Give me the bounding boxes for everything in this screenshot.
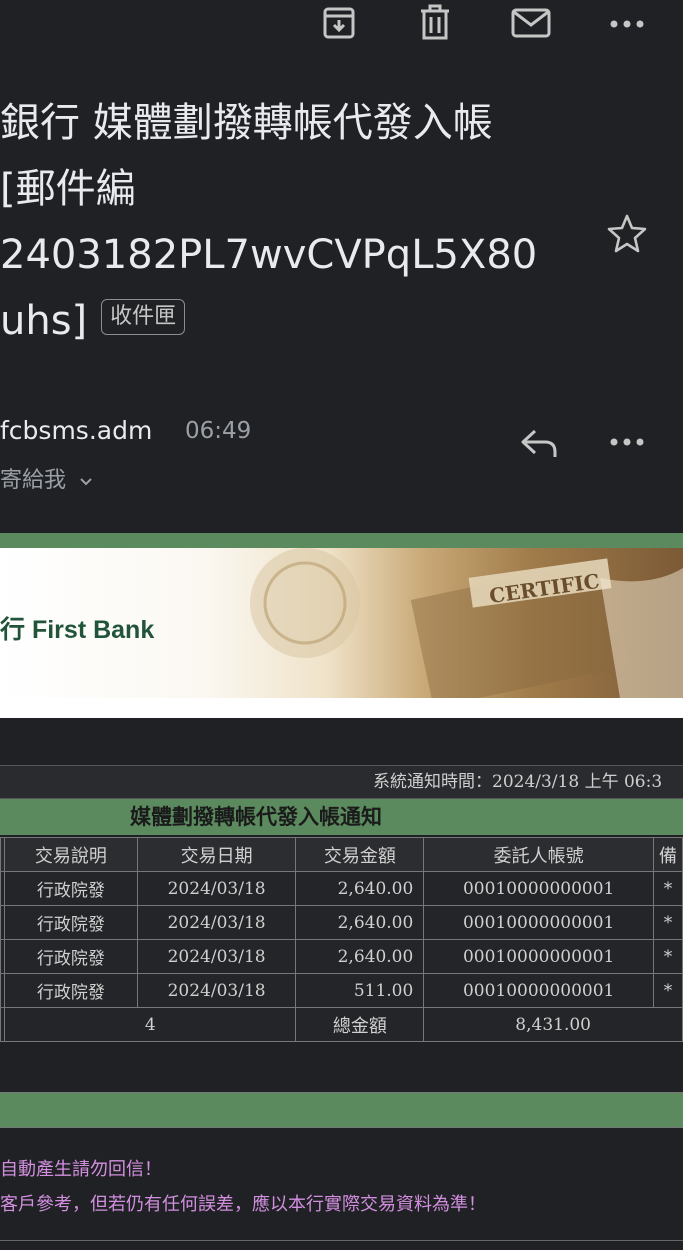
- footer-notice-1: 自動產生請勿回信！: [0, 1159, 162, 1180]
- table-row: 行政院發 2024/03/18 2,640.00 00010000000001 …: [0, 905, 683, 940]
- cell-desc: 行政院發: [3, 871, 138, 906]
- footer-green-bar: [0, 1092, 683, 1128]
- header-note: 備: [653, 837, 683, 872]
- table-total-row: 4 總金額 8,431.00: [0, 1007, 683, 1042]
- header-date: 交易日期: [136, 837, 297, 872]
- total-label: 總金額: [295, 1007, 425, 1042]
- more-horiz-icon: [610, 20, 644, 28]
- message-more-button[interactable]: [604, 422, 650, 462]
- subject-line: [郵件編: [0, 166, 136, 212]
- recipient-details-toggle[interactable]: 寄給我: [0, 462, 93, 494]
- total-amount: 8,431.00: [423, 1007, 683, 1042]
- bank-logo: 行 First Bank: [0, 616, 155, 644]
- sender-name[interactable]: fcbsms.adm: [0, 416, 152, 445]
- transaction-table: 交易說明 交易日期 交易金額 委託人帳號 備 行政院發 2024/03/18 2…: [0, 837, 683, 1042]
- email-subject: 銀行 媒體劃撥轉帳代發入帳 [郵件編 2403182PL7wvCVPqL5X80…: [0, 90, 560, 354]
- cell-amount: 2,640.00: [295, 939, 425, 974]
- subject-line: uhs] 收件匣: [0, 288, 560, 354]
- more-options-button[interactable]: [604, 4, 650, 44]
- mail-icon: [511, 8, 551, 38]
- cell-account: 00010000000001: [423, 939, 654, 974]
- header-desc: 交易說明: [3, 837, 138, 872]
- cell-account: 00010000000001: [423, 905, 654, 940]
- cell-desc: 行政院發: [3, 939, 138, 974]
- notice-time-text: 系統通知時間：2024/3/18 上午 06:3: [373, 772, 663, 792]
- table-row: 行政院發 2024/03/18 2,640.00 00010000000001 …: [0, 939, 683, 974]
- star-icon: [607, 214, 647, 253]
- notice-title: 媒體劃撥轉帳代發入帳通知: [130, 804, 382, 829]
- subject-line-text: uhs]: [0, 298, 88, 344]
- transaction-count: 4: [3, 1007, 297, 1042]
- archive-icon: [323, 7, 355, 39]
- recipient-label: 寄給我: [0, 468, 67, 493]
- header-account: 委託人帳號: [423, 837, 654, 872]
- subject-line: 2403182PL7wvCVPqL5X80: [0, 232, 538, 278]
- footer-notice-2: 客戶參考，但若仍有任何誤差，應以本行實際交易資料為準！: [0, 1194, 486, 1215]
- cell-date: 2024/03/18: [136, 939, 297, 974]
- cell-note: *: [653, 973, 683, 1008]
- subject-line: 銀行 媒體劃撥轉帳代發入帳: [0, 100, 493, 146]
- header-amount: 交易金額: [295, 837, 425, 872]
- delete-button[interactable]: [414, 2, 456, 44]
- cell-date: 2024/03/18: [136, 905, 297, 940]
- cell-account: 00010000000001: [423, 871, 654, 906]
- cell-date: 2024/03/18: [136, 973, 297, 1008]
- bank-banner: CERTIFIC 行 First Bank: [0, 533, 683, 718]
- notice-time-bar: 系統通知時間：2024/3/18 上午 06:3: [0, 765, 683, 799]
- table-row: 行政院發 2024/03/18 511.00 00010000000001 *: [0, 973, 683, 1008]
- cell-note: *: [653, 871, 683, 906]
- cell-desc: 行政院發: [3, 905, 138, 940]
- more-horiz-icon: [610, 438, 644, 446]
- archive-button[interactable]: [318, 2, 360, 44]
- banner-image: CERTIFIC 行 First Bank: [0, 548, 683, 698]
- table-header-row: 交易說明 交易日期 交易金額 委託人帳號 備: [0, 837, 683, 872]
- cell-amount: 511.00: [295, 973, 425, 1008]
- chevron-down-icon: [80, 478, 92, 486]
- cell-note: *: [653, 939, 683, 974]
- divider: [0, 1240, 683, 1241]
- table-row: 行政院發 2024/03/18 2,640.00 00010000000001 …: [0, 871, 683, 906]
- cell-account: 00010000000001: [423, 973, 654, 1008]
- mark-unread-button[interactable]: [508, 2, 554, 44]
- trash-icon: [421, 4, 449, 40]
- cell-amount: 2,640.00: [295, 905, 425, 940]
- cell-desc: 行政院發: [3, 973, 138, 1008]
- notice-title-bar: 媒體劃撥轉帳代發入帳通知: [0, 799, 683, 835]
- cell-amount: 2,640.00: [295, 871, 425, 906]
- cell-note: *: [653, 905, 683, 940]
- email-time: 06:49: [185, 418, 252, 444]
- inbox-label-badge[interactable]: 收件匣: [101, 299, 186, 335]
- reply-icon: [521, 429, 557, 457]
- cell-date: 2024/03/18: [136, 871, 297, 906]
- reply-button[interactable]: [516, 420, 562, 466]
- star-button[interactable]: [604, 210, 650, 256]
